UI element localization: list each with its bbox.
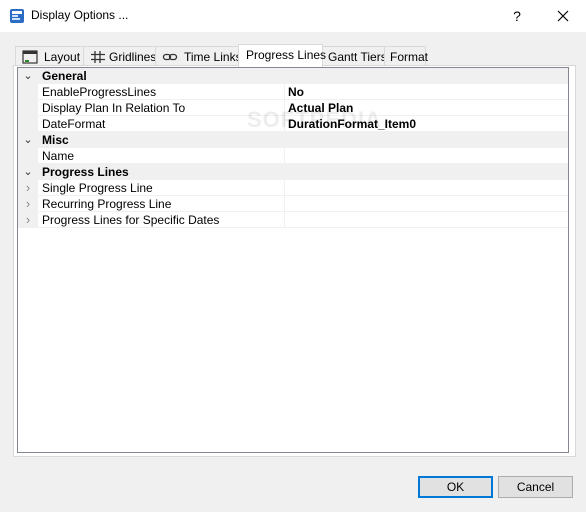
tab-progress-lines[interactable]: Progress Lines xyxy=(238,44,327,67)
row-gutter xyxy=(18,116,38,132)
property-row[interactable]: › Single Progress Line xyxy=(18,180,568,196)
tab-label: Format xyxy=(390,50,429,64)
property-row[interactable]: EnableProgressLines No xyxy=(18,84,568,100)
tab-label: Time Links xyxy=(184,50,242,64)
category-label: Misc xyxy=(42,133,69,147)
row-gutter xyxy=(18,100,38,116)
app-icon xyxy=(10,9,24,23)
category-general[interactable]: ⌄ General xyxy=(18,68,568,84)
tab-strip: Layout Gridlines Time Links Progress Lin… xyxy=(15,44,575,67)
category-progress-lines[interactable]: ⌄ Progress Lines xyxy=(18,164,568,180)
tab-gantt-tiers[interactable]: Gantt Tiers xyxy=(322,46,387,66)
ok-button[interactable]: OK xyxy=(418,476,493,498)
property-name: Progress Lines for Specific Dates xyxy=(42,213,220,227)
property-value-cell[interactable] xyxy=(285,84,568,100)
property-name: Name xyxy=(42,149,75,163)
tab-label: Progress Lines xyxy=(246,48,327,62)
tab-label: Layout xyxy=(44,50,81,64)
property-row[interactable]: Name xyxy=(18,148,568,164)
property-name-cell xyxy=(38,148,285,164)
property-row[interactable]: › Progress Lines for Specific Dates xyxy=(18,212,568,228)
collapsed-chevron-icon[interactable]: › xyxy=(21,212,35,228)
property-name: Single Progress Line xyxy=(42,181,153,195)
property-name: DateFormat xyxy=(42,117,106,131)
row-gutter xyxy=(18,84,38,100)
property-value[interactable]: No xyxy=(288,84,304,100)
category-label: General xyxy=(42,69,87,83)
property-row[interactable]: › Recurring Progress Line xyxy=(18,196,568,212)
category-label: Progress Lines xyxy=(42,165,129,179)
close-button[interactable] xyxy=(548,0,578,32)
property-value-cell[interactable] xyxy=(285,212,568,228)
tab-gridlines[interactable]: Gridlines xyxy=(83,46,156,66)
help-button[interactable]: ? xyxy=(502,0,532,32)
collapsed-chevron-icon[interactable]: › xyxy=(21,196,35,212)
property-value-cell[interactable] xyxy=(285,196,568,212)
tab-time-links[interactable]: Time Links xyxy=(155,46,242,66)
expanded-chevron-icon[interactable]: ⌄ xyxy=(21,68,35,84)
watermark: SOFTPEDIA xyxy=(247,107,382,132)
close-icon xyxy=(557,10,569,22)
tab-format[interactable]: Format xyxy=(384,46,429,66)
row-gutter xyxy=(18,148,38,164)
collapsed-chevron-icon[interactable]: › xyxy=(21,180,35,196)
expanded-chevron-icon[interactable]: ⌄ xyxy=(21,164,35,180)
tab-layout[interactable]: Layout xyxy=(15,46,84,66)
category-misc[interactable]: ⌄ Misc xyxy=(18,132,568,148)
property-value-cell[interactable] xyxy=(285,180,568,196)
window-title: Display Options ... xyxy=(31,8,129,22)
link-icon xyxy=(162,53,178,61)
property-name: EnableProgressLines xyxy=(42,85,157,99)
cancel-button[interactable]: Cancel xyxy=(498,476,573,498)
property-value-cell[interactable] xyxy=(285,148,568,164)
property-name: Recurring Progress Line xyxy=(42,197,172,211)
property-name: Display Plan In Relation To xyxy=(42,101,186,115)
tab-label: Gantt Tiers xyxy=(328,50,387,64)
expanded-chevron-icon[interactable]: ⌄ xyxy=(21,132,35,148)
title-bar: Display Options ... ? xyxy=(0,0,586,32)
layout-icon xyxy=(22,50,38,64)
tab-label: Gridlines xyxy=(109,50,157,64)
gridlines-icon xyxy=(91,51,105,63)
